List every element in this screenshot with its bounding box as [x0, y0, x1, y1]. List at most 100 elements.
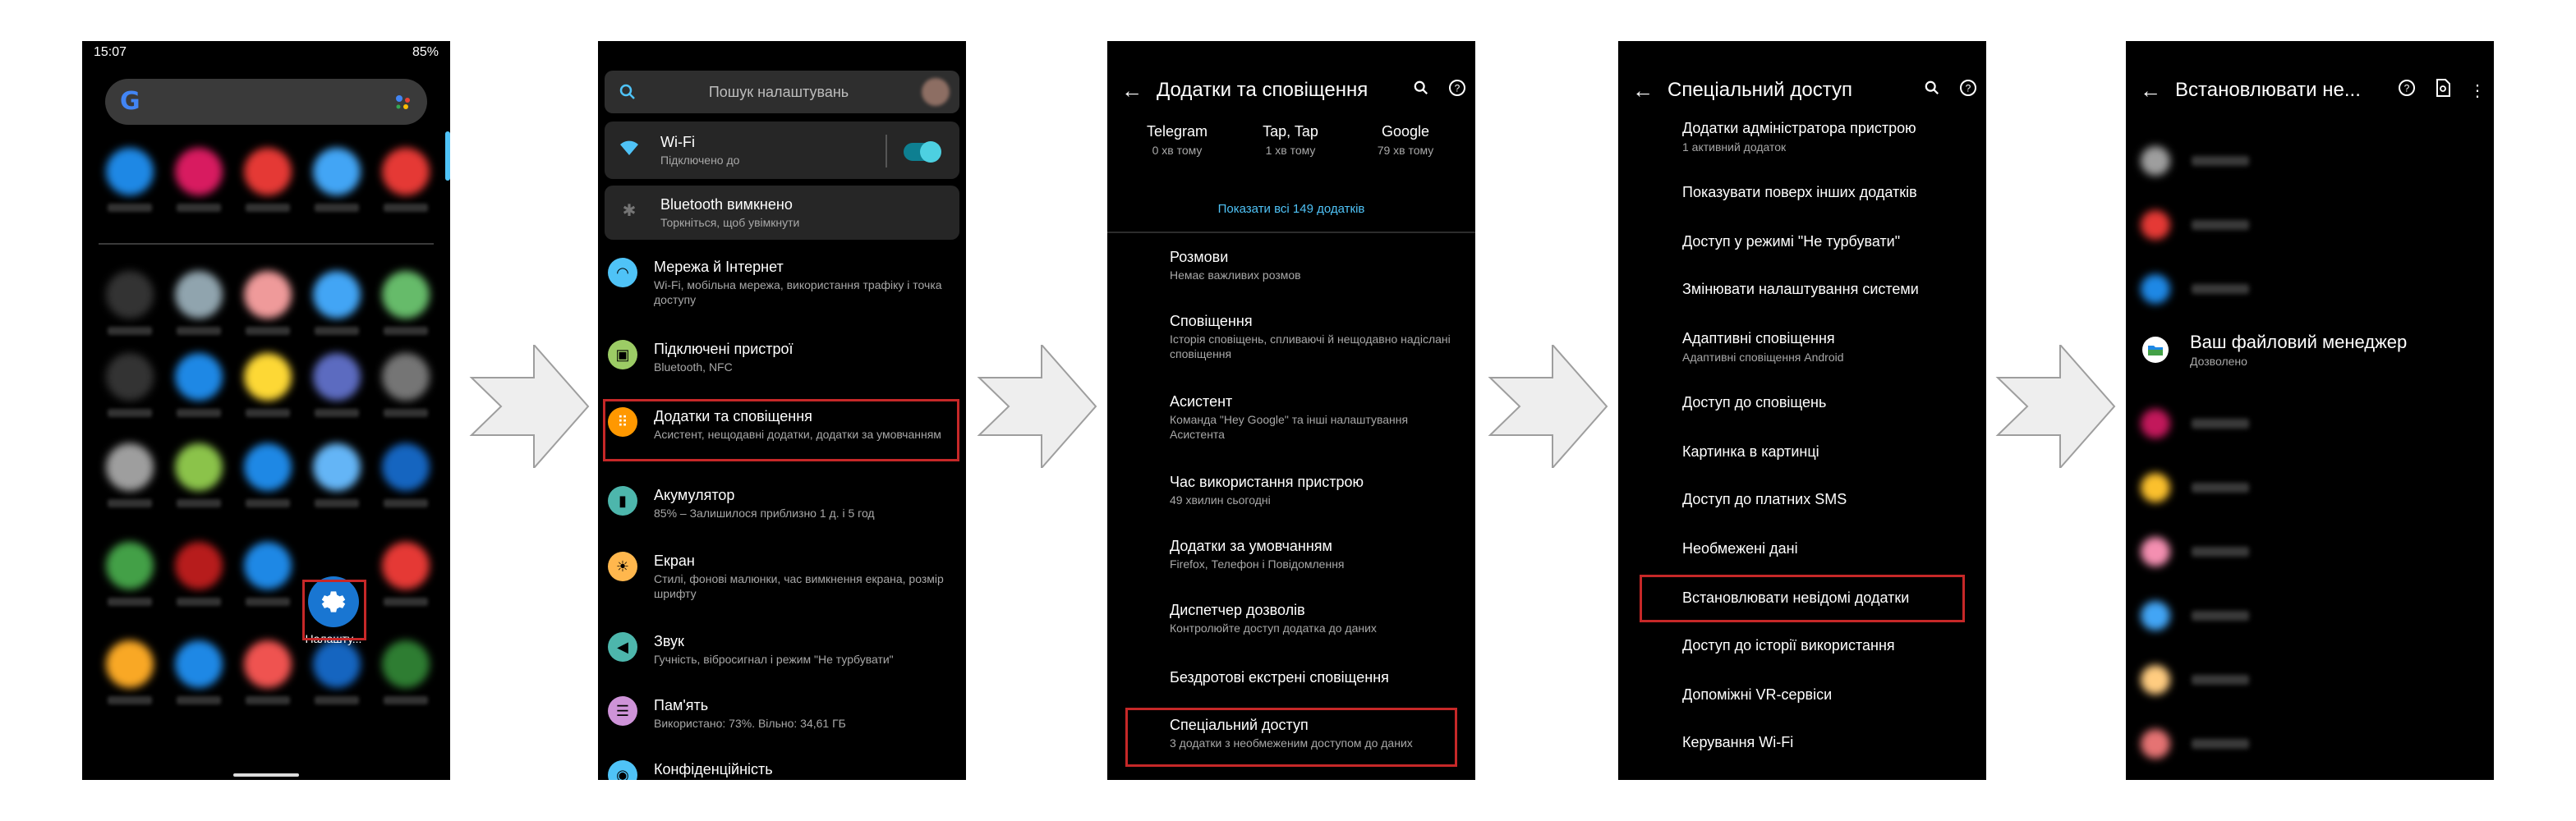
app-icon[interactable] — [233, 148, 302, 212]
item-title: Ваш файловий менеджер — [2190, 332, 2408, 352]
app-icon[interactable] — [233, 542, 302, 606]
list-item[interactable] — [2126, 399, 2494, 448]
list-item-notifications[interactable]: Сповіщення Історія сповіщень, спливаючі … — [1170, 312, 1465, 361]
list-item-vr-services[interactable]: Допоміжні VR-сервіси — [1682, 686, 1973, 704]
nav-gesture-bar[interactable] — [233, 773, 299, 777]
item-subtitle: Адаптивні сповіщення Android — [1682, 351, 1844, 364]
list-item-screen-time[interactable]: Час використання пристрою 49 хвилин сьог… — [1170, 473, 1465, 507]
recent-app-name: Telegram — [1146, 123, 1208, 140]
search-document-icon[interactable] — [2425, 79, 2461, 102]
list-item[interactable] — [2126, 136, 2494, 186]
settings-item-sound[interactable]: ◀ Звук Гучність, вібросигнал і режим "Не … — [598, 632, 966, 667]
list-item-device-admin[interactable]: Додатки адміністратора пристрою 1 активни… — [1682, 120, 1973, 154]
app-icon[interactable] — [302, 148, 371, 212]
recent-app[interactable]: Google 79 хв тому — [1344, 123, 1467, 157]
item-title: Показувати поверх інших додатків — [1682, 184, 1917, 200]
item-title: Керування Wi-Fi — [1682, 734, 1794, 750]
list-item-permission-manager[interactable]: Диспетчер дозволів Контролюйте доступ до… — [1170, 601, 1465, 635]
app-icon[interactable] — [164, 640, 233, 704]
list-item[interactable] — [2126, 264, 2494, 314]
list-item-conversations[interactable]: Розмови Немає важливих розмов — [1170, 248, 1465, 282]
list-item-assistant[interactable]: Асистент Команда "Hey Google" та інші на… — [1170, 392, 1465, 442]
item-title: Мережа й Інтернет — [654, 259, 784, 275]
show-all-apps-link[interactable]: Показати всі 149 додатків — [1107, 202, 1475, 216]
app-icon[interactable] — [302, 271, 371, 335]
list-item[interactable] — [2126, 527, 2494, 576]
app-icon[interactable] — [164, 542, 233, 606]
app-icon[interactable] — [95, 542, 164, 606]
help-icon[interactable]: ? — [2389, 79, 2425, 102]
app-icon[interactable] — [371, 353, 440, 417]
app-icon[interactable] — [95, 353, 164, 417]
list-item-modify-system[interactable]: Змінювати налаштування системи — [1682, 281, 1973, 298]
app-icon[interactable] — [371, 542, 440, 606]
list-item-wifi-control[interactable]: Керування Wi-Fi — [1682, 734, 1973, 751]
app-icon[interactable] — [164, 353, 233, 417]
recent-app[interactable]: Telegram 0 хв тому — [1116, 123, 1239, 157]
wifi-card[interactable]: Wi-Fi Підключено до — [605, 122, 959, 179]
list-item-notification-access[interactable]: Доступ до сповіщень — [1682, 394, 1973, 411]
app-icon[interactable] — [371, 148, 440, 212]
back-arrow-icon[interactable]: ← — [2126, 78, 2175, 103]
scroll-indicator[interactable] — [445, 131, 450, 181]
item-title: Адаптивні сповіщення — [1682, 330, 1835, 346]
help-icon[interactable]: ? — [1439, 79, 1475, 102]
app-icon[interactable] — [233, 353, 302, 417]
app-icon[interactable] — [371, 640, 440, 704]
status-bar: 15:07 85% — [82, 41, 450, 64]
list-item-usage-access[interactable]: Доступ до історії використання — [1682, 637, 1973, 654]
app-icon[interactable] — [233, 271, 302, 335]
app-icon[interactable] — [233, 443, 302, 507]
settings-search-bar[interactable]: Пошук налаштувань — [605, 71, 959, 113]
settings-item-connected-devices[interactable]: ▣ Підключені пристрої Bluetooth, NFC — [598, 340, 966, 374]
app-icon[interactable] — [302, 353, 371, 417]
list-item-dnd-access[interactable]: Доступ у режимі "Не турбувати" — [1682, 233, 1973, 250]
list-item[interactable] — [2126, 591, 2494, 640]
settings-item-display[interactable]: ☀ Екран Стилі, фонові малюнки, час вимкне… — [598, 552, 966, 601]
item-title: Допоміжні VR-сервіси — [1682, 686, 1833, 703]
app-icon[interactable] — [302, 640, 371, 704]
app-icon[interactable] — [302, 443, 371, 507]
list-item-display-over-apps[interactable]: Показувати поверх інших додатків — [1682, 184, 1973, 201]
assistant-icon[interactable] — [394, 94, 412, 112]
app-icon[interactable] — [95, 443, 164, 507]
settings-item-privacy[interactable]: ◉ Конфіденційність — [598, 760, 966, 780]
settings-item-storage[interactable]: ☰ Пам'ять Використано: 73%. Вільно: 34,61… — [598, 696, 966, 731]
list-item-default-apps[interactable]: Додатки за умовчанням Firefox, Телефон і… — [1170, 537, 1465, 571]
google-search-bar[interactable]: G — [105, 79, 427, 125]
settings-item-network[interactable]: ◠ Мережа й Інтернет Wi-Fi, мобільна мереж… — [598, 258, 966, 307]
list-item-emergency-alerts[interactable]: Бездротові екстрені сповіщення — [1170, 668, 1465, 686]
bluetooth-card[interactable]: ✱ Bluetooth вимкнено Торкніться, щоб увім… — [605, 186, 959, 240]
app-icon[interactable] — [95, 148, 164, 212]
list-item-file-manager[interactable]: Ваш файловий менеджер Дозволено — [2126, 325, 2494, 374]
help-icon[interactable]: ? — [1950, 79, 1986, 102]
back-arrow-icon[interactable]: ← — [1107, 78, 1157, 103]
list-item[interactable] — [2126, 200, 2494, 250]
app-icon[interactable] — [233, 640, 302, 704]
more-options-icon[interactable]: ⋮ — [2461, 80, 2494, 101]
settings-item-bluetooth[interactable]: ✱ Bluetooth вимкнено Торкніться, щоб увім… — [605, 195, 959, 230]
list-item-picture-in-picture[interactable]: Картинка в картинці — [1682, 443, 1973, 461]
search-icon[interactable] — [1914, 80, 1950, 100]
app-icon[interactable] — [164, 271, 233, 335]
avatar[interactable] — [922, 78, 950, 106]
search-icon[interactable] — [1403, 80, 1439, 100]
app-icon[interactable] — [164, 443, 233, 507]
app-icon[interactable] — [95, 271, 164, 335]
app-icon[interactable] — [371, 271, 440, 335]
list-item[interactable] — [2126, 463, 2494, 512]
arrow-right-icon — [1488, 345, 1608, 468]
settings-item-battery[interactable]: ▮ Акумулятор 85% – Залишилося приблизно 1… — [598, 486, 966, 521]
list-item[interactable] — [2126, 719, 2494, 768]
app-icon[interactable] — [95, 640, 164, 704]
list-item[interactable] — [2126, 655, 2494, 704]
wifi-toggle[interactable] — [904, 141, 941, 163]
recent-app[interactable]: Tap, Tap 1 хв тому — [1229, 123, 1352, 157]
list-item-premium-sms[interactable]: Доступ до платних SMS — [1682, 491, 1973, 508]
app-icon[interactable] — [164, 148, 233, 212]
list-item-unrestricted-data[interactable]: Необмежені дані — [1682, 540, 1973, 557]
app-icon[interactable] — [371, 443, 440, 507]
list-item-adaptive-notifications[interactable]: Адаптивні сповіщення Адаптивні сповіщення… — [1682, 330, 1973, 364]
item-title: Підключені пристрої — [654, 341, 794, 357]
back-arrow-icon[interactable]: ← — [1618, 78, 1668, 103]
